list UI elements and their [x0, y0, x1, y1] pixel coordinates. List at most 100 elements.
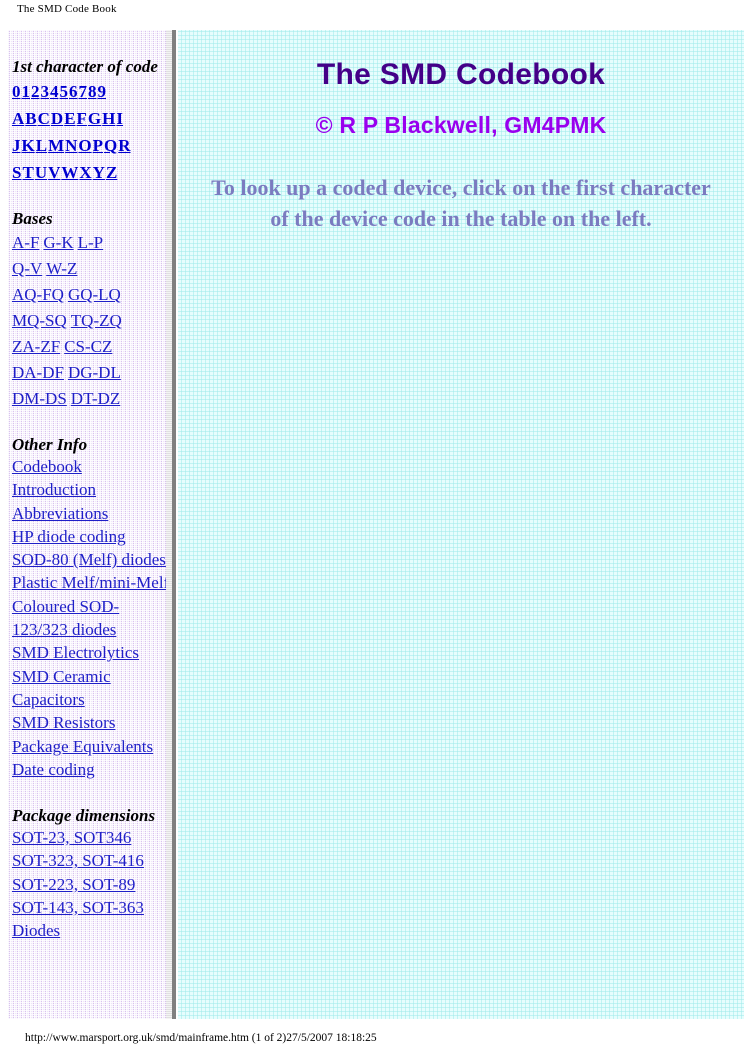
char-link[interactable]: S: [12, 163, 21, 182]
bases-row[interactable]: DA-DF DG-DL: [12, 359, 170, 385]
base-range-link[interactable]: DA-DF: [12, 363, 64, 382]
info-link-sod-80-melf-diodes[interactable]: SOD-80 (Melf) diodes: [12, 550, 166, 569]
char-link[interactable]: 3: [41, 82, 50, 101]
char-link[interactable]: Z: [106, 163, 117, 182]
character-links-s-z[interactable]: STUVWXYZ: [12, 158, 170, 185]
character-links-digits[interactable]: 0123456789: [12, 77, 170, 104]
character-links-a-i[interactable]: ABCDEFGHI: [12, 104, 170, 131]
list-item[interactable]: Package Equivalents: [12, 736, 170, 759]
info-link-plastic-melf-mini-melf[interactable]: Plastic Melf/mini-Melf: [12, 573, 169, 592]
base-range-link[interactable]: MQ-SQ: [12, 311, 67, 330]
char-link[interactable]: 1: [22, 82, 31, 101]
char-link[interactable]: L: [36, 136, 47, 155]
char-link[interactable]: Q: [104, 136, 117, 155]
info-link-abbreviations[interactable]: Abbreviations: [12, 504, 108, 523]
base-range-link[interactable]: AQ-FQ: [12, 285, 64, 304]
package-dimensions-link-list[interactable]: SOT-23, SOT346 SOT-323, SOT-416 SOT-223,…: [12, 826, 170, 943]
base-range-link[interactable]: DT-DZ: [71, 389, 120, 408]
bases-row[interactable]: Q-V W-Z: [12, 255, 170, 281]
char-link[interactable]: 8: [88, 82, 97, 101]
list-item[interactable]: Coloured SOD-123/323 diodes: [12, 596, 170, 643]
char-link[interactable]: W: [61, 163, 78, 182]
char-link[interactable]: K: [22, 136, 35, 155]
section-heading-first-character: 1st character of code: [12, 57, 158, 76]
char-link[interactable]: B: [25, 109, 36, 128]
bases-row[interactable]: MQ-SQ TQ-ZQ: [12, 307, 170, 333]
char-link[interactable]: 6: [69, 82, 78, 101]
list-item[interactable]: Abbreviations: [12, 503, 170, 526]
list-item[interactable]: SOT-143, SOT-363: [12, 897, 170, 920]
list-item[interactable]: Date coding: [12, 759, 170, 782]
char-link[interactable]: J: [12, 136, 21, 155]
base-range-link[interactable]: A-F: [12, 233, 39, 252]
info-link-smd-resistors[interactable]: SMD Resistors: [12, 713, 115, 732]
bases-row[interactable]: AQ-FQ GQ-LQ: [12, 281, 170, 307]
char-link[interactable]: 7: [79, 82, 88, 101]
char-link[interactable]: X: [79, 163, 91, 182]
char-link[interactable]: O: [78, 136, 91, 155]
char-link[interactable]: 2: [31, 82, 40, 101]
base-range-link[interactable]: ZA-ZF: [12, 337, 60, 356]
package-link-sot-323-sot-416[interactable]: SOT-323, SOT-416: [12, 851, 144, 870]
char-link[interactable]: V: [48, 163, 60, 182]
character-links-j-r[interactable]: JKLMNOPQR: [12, 131, 170, 158]
base-range-link[interactable]: G-K: [43, 233, 73, 252]
list-item[interactable]: SOT-323, SOT-416: [12, 850, 170, 873]
char-link[interactable]: 0: [12, 82, 21, 101]
package-link-sot-223-sot-89[interactable]: SOT-223, SOT-89: [12, 875, 135, 894]
char-link[interactable]: F: [77, 109, 87, 128]
list-item[interactable]: SMD Resistors: [12, 712, 170, 735]
char-link[interactable]: D: [51, 109, 63, 128]
char-link[interactable]: U: [35, 163, 47, 182]
info-link-date-coding[interactable]: Date coding: [12, 760, 95, 779]
base-range-link[interactable]: Q-V: [12, 259, 42, 278]
char-link[interactable]: M: [48, 136, 64, 155]
list-item[interactable]: Diodes: [12, 920, 170, 943]
list-item[interactable]: SOD-80 (Melf) diodes: [12, 549, 170, 572]
char-link[interactable]: A: [12, 109, 24, 128]
base-range-link[interactable]: DG-DL: [68, 363, 121, 382]
info-link-package-equivalents[interactable]: Package Equivalents: [12, 737, 153, 756]
char-link[interactable]: C: [38, 109, 50, 128]
main-content-frame: The SMD Codebook © R P Blackwell, GM4PMK…: [178, 30, 744, 1019]
info-link-coloured-sod-123-323-diodes[interactable]: Coloured SOD-123/323 diodes: [12, 597, 119, 639]
char-link[interactable]: H: [102, 109, 115, 128]
char-link[interactable]: 4: [50, 82, 59, 101]
list-item[interactable]: Plastic Melf/mini-Melf: [12, 572, 170, 595]
info-link-smd-electrolytics[interactable]: SMD Electrolytics: [12, 643, 139, 662]
list-item[interactable]: SOT-23, SOT346: [12, 827, 170, 850]
base-range-link[interactable]: DM-DS: [12, 389, 67, 408]
info-link-smd-ceramic-capacitors[interactable]: SMD Ceramic Capacitors: [12, 667, 111, 709]
list-item[interactable]: SMD Electrolytics: [12, 642, 170, 665]
list-item[interactable]: Codebook Introduction: [12, 456, 170, 503]
char-link[interactable]: T: [22, 163, 33, 182]
char-link[interactable]: E: [64, 109, 75, 128]
list-item[interactable]: SOT-223, SOT-89: [12, 874, 170, 897]
char-link[interactable]: G: [88, 109, 101, 128]
base-range-link[interactable]: TQ-ZQ: [71, 311, 122, 330]
base-range-link[interactable]: L-P: [78, 233, 104, 252]
char-link[interactable]: 5: [60, 82, 69, 101]
base-range-link[interactable]: GQ-LQ: [68, 285, 121, 304]
list-item[interactable]: SMD Ceramic Capacitors: [12, 666, 170, 713]
char-link[interactable]: R: [118, 136, 130, 155]
navigation-frame[interactable]: 1st character of code 0123456789 ABCDEFG…: [8, 30, 174, 1019]
package-link-sot-143-sot-363[interactable]: SOT-143, SOT-363: [12, 898, 144, 917]
char-link[interactable]: N: [65, 136, 77, 155]
bases-row[interactable]: A-F G-K L-P: [12, 229, 170, 255]
bases-row[interactable]: ZA-ZF CS-CZ: [12, 333, 170, 359]
page-title: The SMD Codebook: [316, 58, 606, 91]
char-link[interactable]: I: [116, 109, 123, 128]
char-link[interactable]: P: [93, 136, 103, 155]
bases-row[interactable]: DM-DS DT-DZ: [12, 385, 170, 411]
char-link[interactable]: 9: [98, 82, 107, 101]
info-link-codebook-introduction[interactable]: Codebook Introduction: [12, 457, 96, 499]
list-item[interactable]: HP diode coding: [12, 526, 170, 549]
base-range-link[interactable]: CS-CZ: [64, 337, 112, 356]
info-link-hp-diode-coding[interactable]: HP diode coding: [12, 527, 126, 546]
package-link-diodes[interactable]: Diodes: [12, 921, 60, 940]
base-range-link[interactable]: W-Z: [46, 259, 77, 278]
char-link[interactable]: Y: [93, 163, 105, 182]
other-info-link-list[interactable]: Codebook Introduction Abbreviations HP d…: [12, 455, 170, 782]
package-link-sot-23-sot346[interactable]: SOT-23, SOT346: [12, 828, 131, 847]
